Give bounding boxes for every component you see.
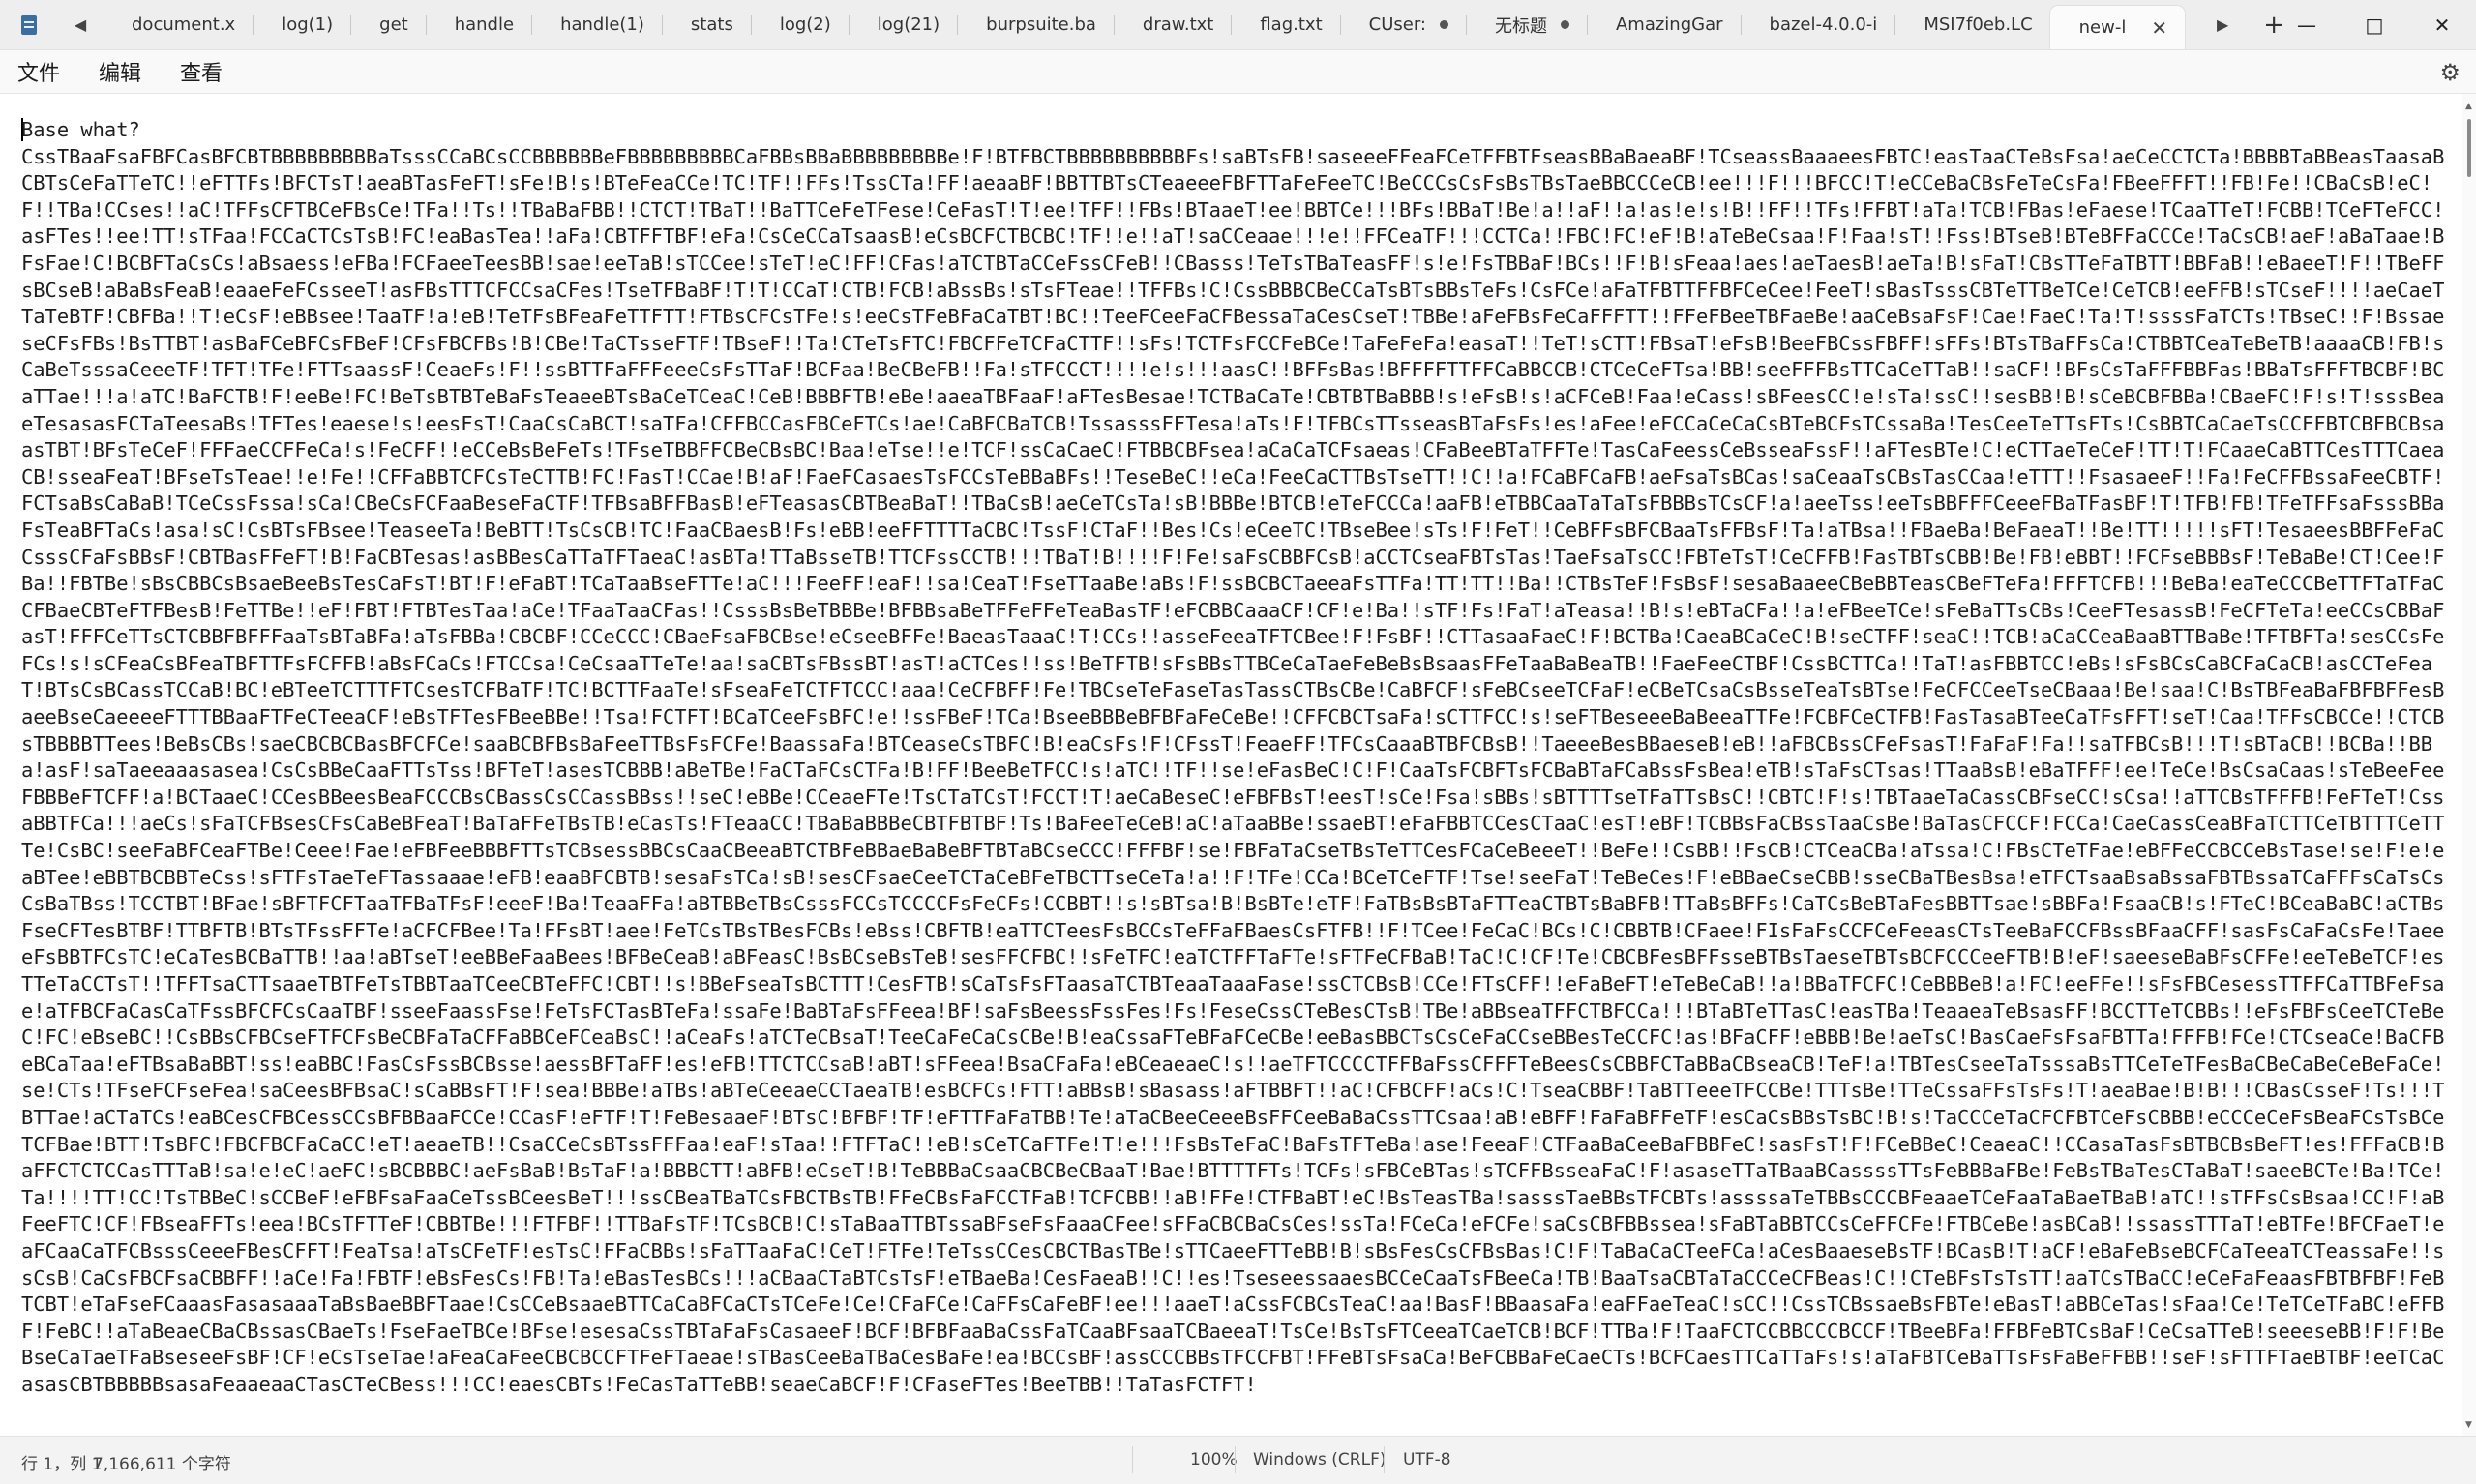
tab-label: handle(1) (560, 15, 644, 35)
window-controls: — □ ✕ (2273, 0, 2476, 49)
status-divider (1235, 1446, 1236, 1473)
menu-edit[interactable]: 编辑 (79, 56, 161, 87)
menu-view[interactable]: 查看 (161, 56, 242, 87)
tab-label: CUser: (1368, 15, 1426, 35)
editor-content[interactable]: Base what? CssTBaaFsaFBFCasBFCBTBBBBBBBB… (21, 117, 2455, 1399)
tab[interactable]: 无标题 (1465, 0, 1587, 49)
tab-label: draw.txt (1142, 15, 1214, 35)
menu-file[interactable]: 文件 (0, 56, 79, 87)
title-bar: ◀ document.x log(1) get handle handle(1) stat… (0, 0, 2476, 50)
close-window-button[interactable]: ✕ (2408, 0, 2476, 49)
minimize-button[interactable]: — (2273, 0, 2341, 49)
tab[interactable]: handle (425, 0, 531, 49)
tab-strip: document.x log(1) get handle handle(1) stats l… (103, 0, 2050, 49)
tab-label: stats (690, 15, 733, 35)
tab-label: AmazingGar (1615, 15, 1723, 35)
tab-label: document.x (132, 15, 236, 35)
active-tab-label: new-l (2078, 17, 2127, 38)
editor-first-line: Base what? (21, 118, 140, 141)
editor-line: CssTBaaFsaFBFCasBFCBTBBBBBBBBBaTsssCCaBC… (21, 144, 2243, 168)
editor-line: eBseBC!!CsBBsCFBCseFTFCFsBeCBFaTaCFFaBBC… (80, 1025, 2385, 1050)
tab[interactable]: get (350, 0, 426, 49)
tab-label: 无标题 (1494, 15, 1547, 37)
tab-label: handle (454, 15, 515, 35)
tab[interactable]: MSI7f0eb.LC (1894, 0, 2049, 49)
line-ending[interactable]: Windows (CRLF) (1253, 1450, 1387, 1469)
tabs-scroll-left-icon[interactable]: ◀ (58, 0, 103, 49)
notepad-app-icon (0, 0, 58, 49)
maximize-button[interactable]: □ (2341, 0, 2408, 49)
zoom-level[interactable]: 100% (1190, 1450, 1238, 1469)
tab[interactable]: burpsuite.ba (957, 0, 1114, 49)
tab[interactable]: stats (661, 0, 751, 49)
tab[interactable]: document.x (103, 0, 253, 49)
tab-label: get (379, 15, 408, 35)
tab[interactable]: AmazingGar (1586, 0, 1741, 49)
tab[interactable]: handle(1) (531, 0, 662, 49)
status-divider (1384, 1446, 1385, 1473)
menu-bar: 文件 编辑 查看 ⚙ (0, 50, 2476, 94)
tab[interactable]: bazel-4.0.0-i (1740, 0, 1895, 49)
settings-gear-icon[interactable]: ⚙ (2439, 59, 2461, 86)
tab-label: bazel-4.0.0-i (1769, 15, 1878, 35)
scroll-down-arrow-icon[interactable]: ▼ (2465, 1420, 2472, 1430)
cursor-position[interactable]: 行 1，列 1 (21, 1450, 102, 1474)
text-editor[interactable]: Base what? CssTBaaFsaFBFCasBFCBTBBBBBBBB… (0, 94, 2462, 1436)
tab-label: log(2) (779, 15, 831, 35)
tab-label: log(21) (877, 15, 940, 35)
tab-active[interactable]: new-l ✕ (2049, 6, 2186, 49)
tab[interactable]: log(21) (848, 0, 957, 49)
unsaved-dot-icon (1439, 20, 1448, 29)
tab[interactable]: flag.txt (1231, 0, 1339, 49)
unsaved-dot-icon (1560, 20, 1569, 29)
status-bar: 行 1，列 1 7,166,611 个字符 100% Windows (CRLF… (0, 1436, 2476, 1484)
encoding[interactable]: UTF-8 (1403, 1450, 1451, 1469)
close-icon[interactable]: ✕ (2151, 16, 2167, 40)
editor-body: CssTBaaFsaFBFCasBFCBTBBBBBBBBBaTsssCCaBC… (21, 145, 2444, 1396)
tab[interactable]: log(1) (253, 0, 350, 49)
status-divider (1132, 1446, 1133, 1473)
character-count: 7,166,611 个字符 (93, 1455, 231, 1474)
tabs-scroll-right-icon[interactable]: ▶ (2200, 0, 2245, 49)
tab-label: log(1) (282, 15, 334, 35)
scrollbar-thumb[interactable] (2467, 119, 2471, 177)
tab[interactable]: log(2) (750, 0, 849, 49)
tab-label: burpsuite.ba (986, 15, 1096, 35)
tab[interactable]: CUser: (1339, 0, 1466, 49)
scroll-up-arrow-icon[interactable]: ▲ (2465, 102, 2472, 111)
vertical-scrollbar[interactable]: ▲ ▼ (2462, 94, 2476, 1436)
tab-label: flag.txt (1260, 15, 1323, 35)
tab-label: MSI7f0eb.LC (1924, 15, 2033, 35)
tab[interactable]: draw.txt (1113, 0, 1231, 49)
